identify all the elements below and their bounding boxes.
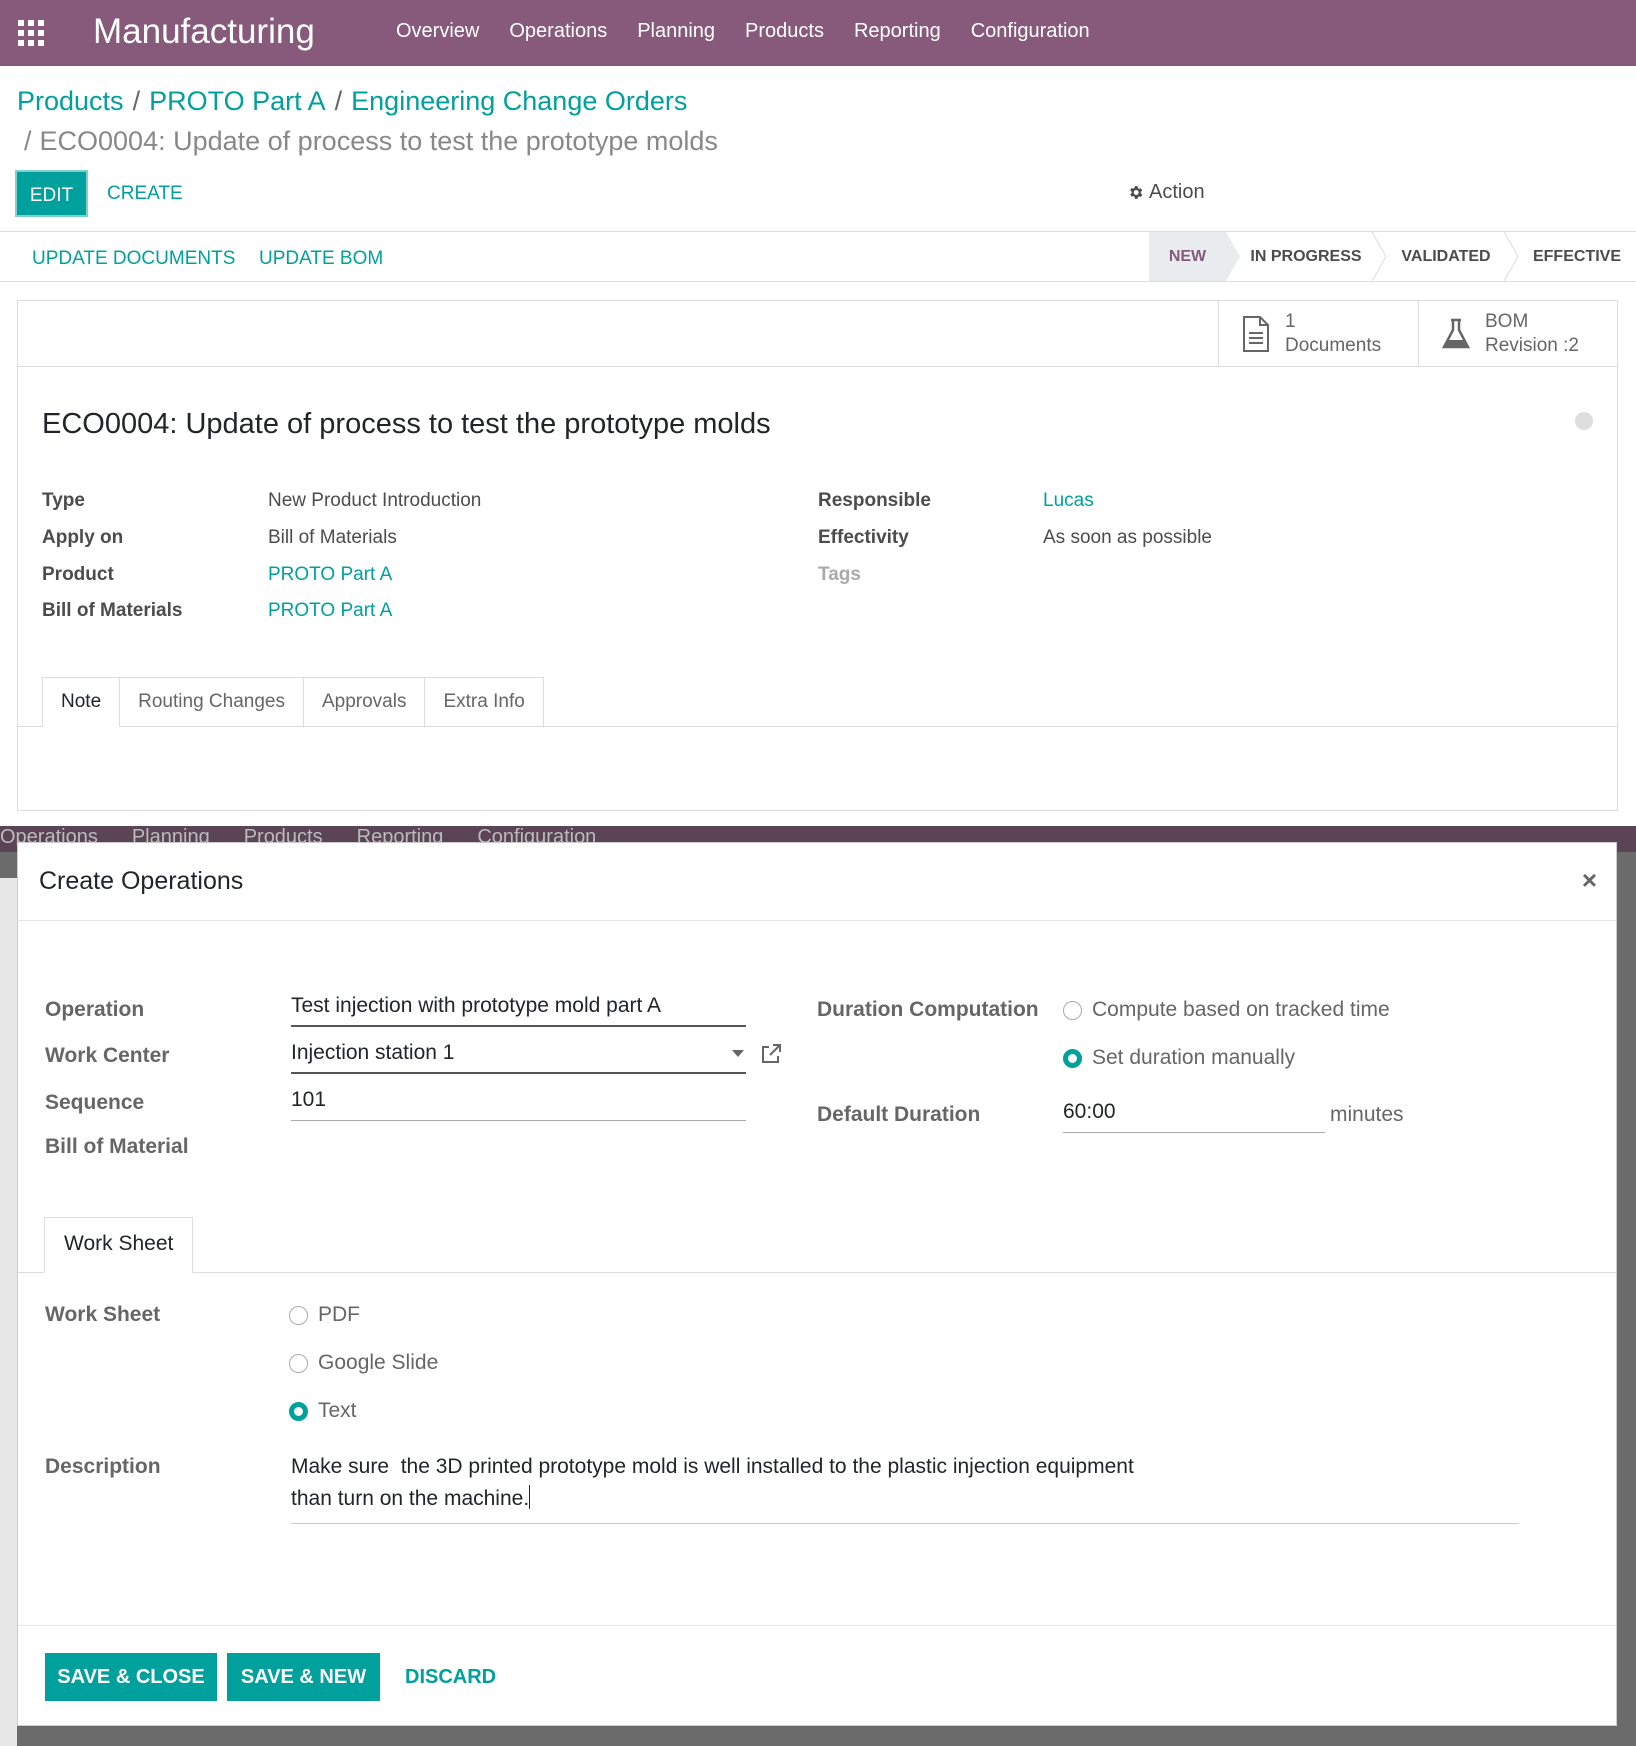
menu-products[interactable]: Products — [745, 20, 824, 43]
work-center-select[interactable]: Injection station 1 — [291, 1038, 746, 1074]
top-navbar: Manufacturing Overview Operations Planni… — [0, 0, 1636, 66]
description-textarea[interactable]: Make sure the 3D printed prototype mold … — [291, 1451, 1519, 1524]
save-new-button[interactable]: SAVE & NEW — [227, 1653, 380, 1701]
operation-input[interactable]: Test injection with prototype mold part … — [291, 991, 746, 1027]
stage-chevron — [1226, 232, 1240, 281]
tab-note[interactable]: Note — [42, 677, 121, 727]
radio-worksheet-pdf[interactable]: PDF — [289, 1303, 360, 1327]
breadcrumb-current: / ECO0004: Update of process to test the … — [24, 126, 718, 156]
stage-chevron — [1372, 232, 1386, 281]
work-center-label: Work Center — [45, 1044, 170, 1067]
stage-validated[interactable]: VALIDATED — [1390, 232, 1502, 281]
default-duration-input[interactable]: 60:00 — [1063, 1097, 1325, 1133]
field-value-product[interactable]: PROTO Part A — [268, 564, 392, 586]
bom-field-label: Bill of Material — [45, 1135, 189, 1158]
tab-extra-info[interactable]: Extra Info — [425, 677, 544, 727]
update-bom-button[interactable]: UPDATE BOM — [259, 248, 383, 270]
documents-count: 1 — [1285, 311, 1296, 332]
text-cursor — [529, 1485, 531, 1509]
radio-worksheet-google-slide[interactable]: Google Slide — [289, 1351, 438, 1375]
stage-chevron — [1504, 232, 1518, 281]
menu-configuration[interactable]: Configuration — [971, 20, 1090, 43]
create-button[interactable]: CREATE — [107, 183, 183, 205]
apps-grid-icon[interactable] — [18, 20, 44, 46]
duration-unit: minutes — [1330, 1103, 1404, 1126]
sequence-input[interactable]: 101 — [291, 1085, 746, 1121]
field-label-bom: Bill of Materials — [42, 600, 183, 621]
description-label: Description — [45, 1455, 161, 1478]
field-value-responsible[interactable]: Lucas — [1043, 490, 1094, 512]
notebook-tabs: Note Routing Changes Approvals Extra Inf… — [42, 677, 544, 727]
field-label-tags: Tags — [818, 564, 861, 585]
menu-planning[interactable]: Planning — [637, 20, 715, 43]
menu-operations[interactable]: Operations — [509, 20, 607, 43]
stage-new[interactable]: NEW — [1149, 232, 1226, 281]
bom-revision-smart-button[interactable]: BOM Revision :2 — [1418, 301, 1618, 367]
app-title: Manufacturing — [93, 12, 315, 51]
tab-routing-changes[interactable]: Routing Changes — [120, 677, 304, 727]
field-value-apply-on: Bill of Materials — [268, 527, 397, 548]
operation-label: Operation — [45, 998, 145, 1021]
action-menu[interactable]: Action — [1127, 181, 1205, 204]
field-label-apply-on: Apply on — [42, 527, 124, 548]
radio-compute-tracked-time[interactable]: Compute based on tracked time — [1063, 998, 1390, 1022]
radio-unchecked-icon — [1063, 1000, 1082, 1020]
flask-icon — [1441, 318, 1471, 349]
documents-smart-button[interactable]: 1 Documents — [1218, 301, 1418, 367]
sequence-label: Sequence — [45, 1091, 145, 1114]
radio-checked-icon — [289, 1401, 308, 1421]
field-value-effectivity: As soon as possible — [1043, 527, 1212, 548]
field-label-type: Type — [42, 490, 85, 511]
dialog-title: Create Operations — [39, 867, 244, 895]
documents-label: Documents — [1285, 335, 1382, 356]
radio-checked-icon — [1063, 1048, 1082, 1068]
update-documents-button[interactable]: UPDATE DOCUMENTS — [32, 248, 235, 270]
document-icon — [1243, 316, 1269, 352]
menu-reporting[interactable]: Reporting — [854, 20, 941, 43]
worksheet-label: Work Sheet — [45, 1303, 161, 1326]
duration-computation-label: Duration Computation — [817, 998, 1039, 1021]
breadcrumb-products[interactable]: Products — [17, 86, 124, 116]
form-sheet: 1 Documents BOM Revision :2 ECO0004: Upd… — [17, 300, 1618, 811]
radio-unchecked-icon — [289, 1305, 308, 1325]
save-close-button[interactable]: SAVE & CLOSE — [45, 1653, 217, 1701]
menu-overview[interactable]: Overview — [396, 20, 479, 43]
smart-button-box: 1 Documents BOM Revision :2 — [18, 301, 1617, 367]
radio-worksheet-text[interactable]: Text — [289, 1399, 357, 1423]
breadcrumb-proto-part[interactable]: PROTO Part A — [149, 86, 326, 116]
field-value-type: New Product Introduction — [268, 490, 482, 511]
statusbar: UPDATE DOCUMENTS UPDATE BOM NEW IN PROGR… — [0, 231, 1636, 282]
bom-revision: Revision :2 — [1485, 335, 1579, 356]
field-label-effectivity: Effectivity — [818, 527, 909, 548]
record-title: ECO0004: Update of process to test the p… — [42, 408, 771, 440]
field-label-responsible: Responsible — [818, 490, 931, 511]
chevron-down-icon[interactable] — [732, 1050, 744, 1057]
tab-approvals[interactable]: Approvals — [303, 677, 426, 727]
bom-label: BOM — [1485, 311, 1529, 332]
stage-in-progress[interactable]: IN PROGRESS — [1242, 232, 1370, 281]
breadcrumb: Products / PROTO Part A / Engineering Change… — [17, 86, 688, 116]
kanban-state-indicator[interactable] — [1575, 412, 1593, 430]
breadcrumb-eco-list[interactable]: Engineering Change Orders — [351, 86, 687, 116]
discard-button[interactable]: DISCARD — [405, 1653, 496, 1701]
create-operations-dialog: Create Operations × Operation Test injec… — [17, 842, 1617, 1726]
edit-button[interactable]: EDIT — [15, 170, 88, 217]
radio-unchecked-icon — [289, 1353, 308, 1373]
close-icon[interactable]: × — [1582, 865, 1597, 896]
field-value-bom[interactable]: PROTO Part A — [268, 600, 392, 622]
tab-work-sheet[interactable]: Work Sheet — [44, 1217, 194, 1273]
field-label-product: Product — [42, 564, 114, 585]
gear-icon — [1130, 186, 1143, 199]
stage-effective[interactable]: EFFECTIVE — [1522, 232, 1632, 281]
radio-set-duration-manually[interactable]: Set duration manually — [1063, 1046, 1295, 1070]
main-menu: Overview Operations Planning Products Re… — [396, 20, 1120, 43]
background-page-edge — [0, 878, 17, 1746]
default-duration-label: Default Duration — [817, 1103, 981, 1126]
external-link-icon[interactable] — [760, 1043, 782, 1065]
